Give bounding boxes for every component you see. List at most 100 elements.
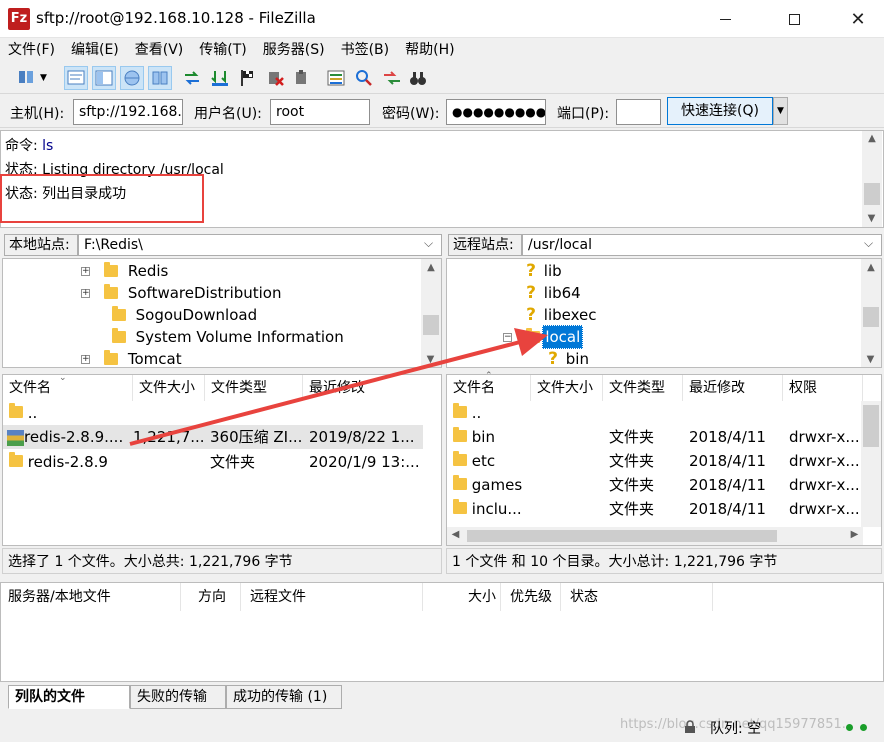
tree-node[interactable]: + Tomcat: [81, 348, 182, 370]
chevron-down-icon[interactable]: ⌵: [864, 236, 873, 251]
folder-icon: [104, 350, 119, 365]
column-header-status[interactable]: 状态: [563, 583, 713, 611]
scrollbar-thumb[interactable]: [423, 315, 439, 335]
disconnect-icon: [269, 72, 284, 86]
filezilla-logo-icon: Fz: [8, 8, 30, 30]
list-item[interactable]: inclu...: [453, 497, 529, 521]
scrollbar-thumb[interactable]: [863, 405, 879, 447]
column-header-modified[interactable]: 最近修改: [683, 375, 783, 401]
remote-path-input[interactable]: /usr/local: [522, 234, 882, 256]
column-header-filetype[interactable]: 文件类型: [205, 375, 303, 401]
disconnect-button[interactable]: [264, 66, 288, 90]
column-header-permissions[interactable]: 权限: [783, 375, 863, 401]
list-item[interactable]: ..: [9, 401, 37, 425]
site-manager-button[interactable]: ▼: [10, 66, 54, 90]
scrollbar-thumb[interactable]: [467, 530, 777, 542]
search-remote-files-button[interactable]: [406, 66, 430, 90]
process-queue-button[interactable]: [208, 66, 232, 90]
toggle-sync-browsing-button[interactable]: [352, 66, 376, 90]
list-item[interactable]: redis-2.8.9....: [7, 425, 125, 449]
chevron-down-icon[interactable]: ⌵: [424, 236, 433, 251]
menu-view[interactable]: 查看(V): [127, 38, 192, 62]
minimize-button[interactable]: [702, 0, 748, 38]
expand-icon[interactable]: +: [81, 266, 90, 276]
reconnect-button[interactable]: [290, 66, 314, 90]
column-header-server-local-file[interactable]: 服务器/本地文件: [1, 583, 181, 611]
folder-icon: [453, 403, 467, 418]
menu-bookmarks[interactable]: 书签(B): [333, 38, 398, 62]
tab-successful-transfers[interactable]: 成功的传输 (1): [226, 685, 342, 709]
menu-transfer[interactable]: 传输(T): [191, 38, 254, 62]
folder-icon: [9, 403, 23, 418]
column-header-filesize[interactable]: 文件大小: [133, 375, 205, 401]
host-input[interactable]: sftp://192.168.: [73, 99, 183, 125]
expand-icon[interactable]: +: [81, 288, 90, 298]
list-item[interactable]: bin: [453, 425, 495, 449]
queue-tabs: 列队的文件 失败的传输 成功的传输 (1): [0, 683, 884, 711]
remote-list-hscrollbar[interactable]: ◀ ▶: [447, 527, 863, 545]
transfer-queue: 服务器/本地文件 方向 远程文件 大小 优先级 状态: [0, 582, 884, 682]
list-item[interactable]: ..: [453, 401, 481, 425]
folder-icon: [526, 328, 541, 343]
annotation-highlight-box: [0, 174, 204, 223]
toggle-log-button[interactable]: [64, 66, 88, 90]
list-item[interactable]: etc: [453, 449, 495, 473]
collapse-icon[interactable]: −: [503, 332, 512, 342]
toggle-local-tree-button[interactable]: [92, 66, 116, 90]
local-tree-scrollbar[interactable]: ▲ ▼: [421, 259, 441, 367]
local-directory-tree: + Redis + SoftwareDistribution SogouDown…: [2, 258, 442, 368]
unknown-folder-icon: ?: [548, 349, 558, 369]
list-item[interactable]: games: [453, 473, 522, 497]
tree-node[interactable]: ? lib: [523, 260, 562, 282]
minimize-icon: [719, 18, 731, 20]
message-log-icon: [67, 70, 85, 85]
tab-queued-files[interactable]: 列队的文件: [8, 685, 130, 709]
remote-tree-scrollbar[interactable]: ▲ ▼: [861, 259, 881, 367]
menu-file[interactable]: 文件(F): [0, 38, 63, 62]
tree-node[interactable]: + Redis: [81, 260, 168, 282]
directory-comparison-button[interactable]: [380, 66, 404, 90]
tree-node-selected[interactable]: − local: [503, 325, 584, 349]
refresh-button[interactable]: [180, 66, 204, 90]
tab-failed-transfers[interactable]: 失败的传输: [130, 685, 226, 709]
close-button[interactable]: ✕: [832, 0, 884, 38]
column-header-filesize[interactable]: 文件大小: [531, 375, 603, 401]
quickconnect-history-dropdown[interactable]: ▼: [773, 97, 788, 125]
remote-status-text: 1 个文件 和 10 个目录。大小总计: 1,221,796 字节: [446, 548, 882, 574]
toggle-remote-tree-button[interactable]: [120, 66, 144, 90]
menu-edit[interactable]: 编辑(E): [63, 38, 127, 62]
expand-icon[interactable]: +: [81, 354, 90, 364]
column-header-direction[interactable]: 方向: [191, 583, 241, 611]
tree-node[interactable]: SogouDownload: [93, 304, 257, 326]
menu-server[interactable]: 服务器(S): [255, 38, 333, 62]
menu-help[interactable]: 帮助(H): [397, 38, 462, 62]
scroll-up-icon: ▲: [867, 262, 875, 273]
toggle-queue-button[interactable]: [148, 66, 172, 90]
local-path-input[interactable]: F:\Redis\: [78, 234, 442, 256]
list-item[interactable]: redis-2.8.9: [9, 450, 129, 474]
remote-file-list: 文件名 ⌃ 文件大小 文件类型 最近修改 权限 .. bin 文件夹 2018/…: [446, 371, 882, 546]
tree-node[interactable]: + SoftwareDistribution: [81, 282, 282, 304]
maximize-button[interactable]: [748, 0, 840, 38]
tree-node[interactable]: ? libexec: [523, 304, 596, 326]
tree-node[interactable]: System Volume Information: [93, 326, 344, 348]
password-input[interactable]: ●●●●●●●●●●: [446, 99, 546, 125]
column-header-filetype[interactable]: 文件类型: [603, 375, 683, 401]
log-scrollbar[interactable]: ▲ ▼: [862, 131, 882, 227]
column-header-remote-file[interactable]: 远程文件: [243, 583, 423, 611]
column-header-size[interactable]: 大小: [461, 583, 501, 611]
scroll-left-icon: ◀: [451, 529, 460, 540]
tree-node[interactable]: ? lib64: [523, 282, 581, 304]
scrollbar-thumb[interactable]: [863, 307, 879, 327]
tree-node[interactable]: ? bin: [545, 348, 589, 370]
remote-list-vscrollbar[interactable]: [861, 401, 881, 527]
quickconnect-button[interactable]: 快速连接(Q): [667, 97, 773, 125]
port-input[interactable]: [616, 99, 661, 125]
username-input[interactable]: root: [270, 99, 370, 125]
column-header-priority[interactable]: 优先级: [503, 583, 561, 611]
column-header-filename[interactable]: 文件名: [3, 375, 133, 401]
scrollbar-thumb[interactable]: [864, 183, 880, 205]
directory-listing-filter-button[interactable]: [324, 66, 348, 90]
column-header-modified[interactable]: 最近修改: [303, 375, 443, 401]
cancel-operation-button[interactable]: [236, 66, 260, 90]
